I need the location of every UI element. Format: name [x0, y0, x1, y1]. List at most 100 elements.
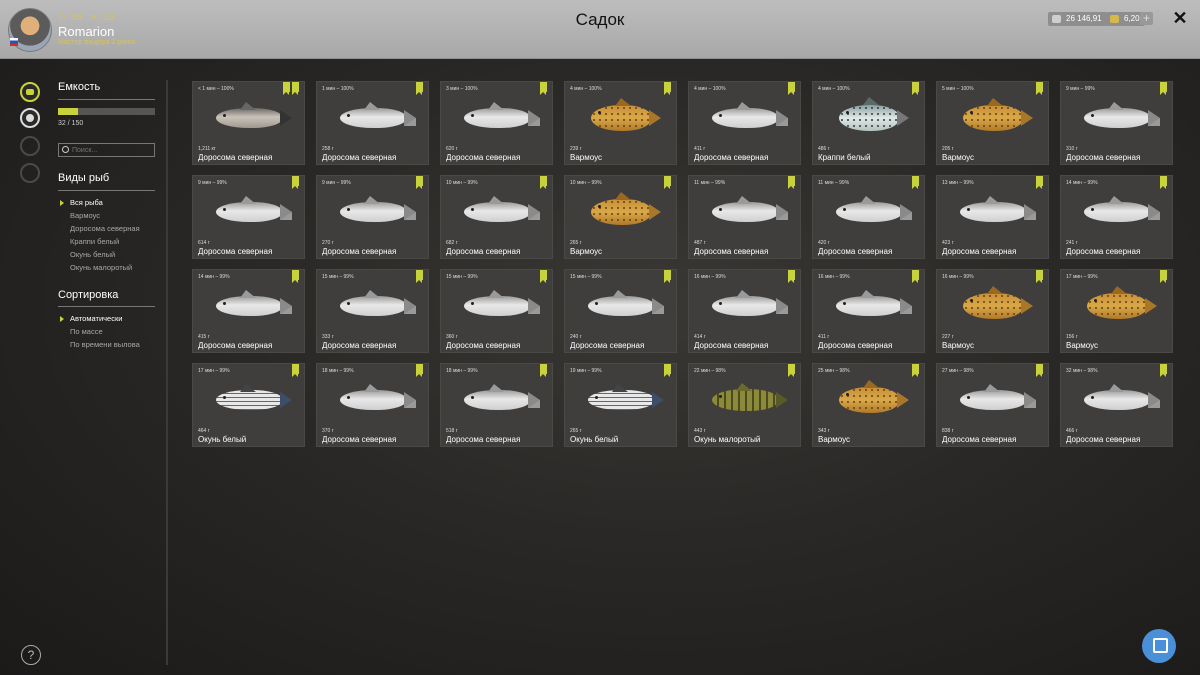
- bookmark-icon[interactable]: [1160, 364, 1167, 377]
- bookmark-icon[interactable]: [416, 176, 423, 189]
- fish-card[interactable]: 11 мин – 99% 487 г Доросома северная: [688, 175, 801, 259]
- fish-card[interactable]: 15 мин – 99% 360 г Доросома северная: [440, 269, 553, 353]
- bookmark-icon[interactable]: [292, 176, 299, 189]
- fish-card[interactable]: 5 мин – 100% 205 г Вармоус: [936, 81, 1049, 165]
- bookmark-icon[interactable]: [1160, 270, 1167, 283]
- bookmark-icon[interactable]: [292, 364, 299, 377]
- fish-weight: 240 г: [570, 334, 582, 340]
- fish-card[interactable]: 14 мин – 99% 415 г Доросома северная: [192, 269, 305, 353]
- fish-card[interactable]: 9 мин – 99% 270 г Доросома северная: [316, 175, 429, 259]
- bookmark-icon[interactable]: [292, 270, 299, 283]
- bookmark-icon[interactable]: [540, 364, 547, 377]
- fish-card[interactable]: 15 мин – 99% 240 г Доросома северная: [564, 269, 677, 353]
- keepnet-tab-icon[interactable]: [20, 82, 40, 102]
- fish-card[interactable]: < 1 мин – 100% 1,211 кг Доросома северная: [192, 81, 305, 165]
- bookmark-icon[interactable]: [664, 364, 671, 377]
- fish-card[interactable]: 4 мин – 100% 486 г Краппи белый: [812, 81, 925, 165]
- divider: [58, 190, 155, 191]
- bookmark-icon[interactable]: [540, 176, 547, 189]
- bookmark-icon[interactable]: [1036, 176, 1043, 189]
- warmouth-icon: [962, 98, 1033, 132]
- fish-name: Доросома северная: [446, 153, 521, 162]
- fish-card[interactable]: 11 мин – 99% 420 г Доросома северная: [812, 175, 925, 259]
- species-filter-item[interactable]: Окунь малоротый: [58, 261, 168, 274]
- disabled-tab-icon[interactable]: [20, 163, 40, 183]
- fish-card[interactable]: 9 мин – 99% 614 г Доросома северная: [192, 175, 305, 259]
- add-gold-button[interactable]: +: [1140, 12, 1153, 25]
- fish-card[interactable]: 4 мин – 100% 239 г Вармоус: [564, 81, 677, 165]
- species-filter-item[interactable]: Вся рыба: [58, 196, 168, 209]
- fish-name: Доросома северная: [322, 435, 397, 444]
- bookmark-icon[interactable]: [912, 364, 919, 377]
- fish-card[interactable]: 4 мин – 100% 411 г Доросома северная: [688, 81, 801, 165]
- bookmark-icon[interactable]: [664, 270, 671, 283]
- fish-card[interactable]: 10 мин – 99% 265 г Вармоус: [564, 175, 677, 259]
- fish-card[interactable]: 22 мин – 98% 443 г Окунь малоротый: [688, 363, 801, 447]
- bookmark-icon[interactable]: [540, 82, 547, 95]
- sort-option-item[interactable]: Автоматически: [58, 312, 168, 325]
- white-bass-icon: [587, 384, 664, 411]
- fish-card[interactable]: 17 мин – 99% 156 г Вармоус: [1060, 269, 1173, 353]
- fish-card[interactable]: 17 мин – 99% 464 г Окунь белый: [192, 363, 305, 447]
- gold-value: 6,20: [1124, 14, 1140, 23]
- fish-card[interactable]: 16 мин – 99% 414 г Доросома северная: [688, 269, 801, 353]
- fish-name: Доросома северная: [694, 247, 769, 256]
- sort-option-item[interactable]: По времени вылова: [58, 338, 168, 351]
- fish-weight: 411 г: [818, 334, 830, 340]
- bookmark-icon[interactable]: [788, 270, 795, 283]
- fish-card[interactable]: 16 мин – 99% 227 г Вармоус: [936, 269, 1049, 353]
- bookmark-icon[interactable]: [1160, 82, 1167, 95]
- fish-card[interactable]: 10 мин – 99% 682 г Доросома северная: [440, 175, 553, 259]
- bookmark-icon[interactable]: [1036, 364, 1043, 377]
- bookmark-icon[interactable]: [664, 82, 671, 95]
- fish-card[interactable]: 19 мин – 99% 265 г Окунь белый: [564, 363, 677, 447]
- bookmark-icon[interactable]: [416, 82, 423, 95]
- bookmark-icon[interactable]: [416, 364, 423, 377]
- species-filter-item[interactable]: Краппи белый: [58, 235, 168, 248]
- fish-card[interactable]: 1 мин – 100% 258 г Доросома северная: [316, 81, 429, 165]
- fish-weight: 443 г: [694, 428, 706, 434]
- warmouth-icon: [1086, 286, 1157, 320]
- fish-tab-icon[interactable]: [20, 108, 40, 128]
- fish-card[interactable]: 16 мин – 99% 411 г Доросома северная: [812, 269, 925, 353]
- bookmark-icon[interactable]: [788, 364, 795, 377]
- bookmark-icon[interactable]: [664, 176, 671, 189]
- bookmark-icon[interactable]: [292, 82, 299, 95]
- fish-card[interactable]: 15 мин – 99% 333 г Доросома северная: [316, 269, 429, 353]
- bookmark-icon[interactable]: [1036, 270, 1043, 283]
- disabled-tab-icon[interactable]: [20, 136, 40, 156]
- gizzard-shad-icon: [835, 290, 912, 317]
- fish-card[interactable]: 27 мин – 98% 838 г Доросома северная: [936, 363, 1049, 447]
- species-filter-item[interactable]: Вармоус: [58, 209, 168, 222]
- bookmark-icon[interactable]: [788, 176, 795, 189]
- fish-weight: 518 г: [446, 428, 458, 434]
- fish-card[interactable]: 3 мин – 100% 620 г Доросома северная: [440, 81, 553, 165]
- fish-card[interactable]: 9 мин – 99% 310 г Доросома северная: [1060, 81, 1173, 165]
- bookmark-icon[interactable]: [416, 270, 423, 283]
- bookmark-icon[interactable]: [912, 270, 919, 283]
- help-button[interactable]: ?: [21, 645, 41, 665]
- fish-card[interactable]: 14 мин – 99% 241 г Доросома северная: [1060, 175, 1173, 259]
- bookmark-icon[interactable]: [540, 270, 547, 283]
- fish-card[interactable]: 18 мин – 99% 518 г Доросома северная: [440, 363, 553, 447]
- species-filter-item[interactable]: Окунь белый: [58, 248, 168, 261]
- fish-card[interactable]: 13 мин – 99% 423 г Доросома северная: [936, 175, 1049, 259]
- catch-time: 4 мин – 100%: [570, 86, 602, 92]
- close-button[interactable]: ✕: [1170, 8, 1190, 28]
- bookmark-icon[interactable]: [1160, 176, 1167, 189]
- cursor-mode-button[interactable]: [1142, 629, 1176, 663]
- bookmark-icon[interactable]: [1036, 82, 1043, 95]
- bookmark-icon[interactable]: [912, 176, 919, 189]
- bookmark-icon[interactable]: [912, 82, 919, 95]
- bookmark-icon[interactable]: [788, 82, 795, 95]
- fish-weight: 265 г: [570, 240, 582, 246]
- sort-option-item[interactable]: По массе: [58, 325, 168, 338]
- fish-card[interactable]: 18 мин – 99% 370 г Доросома северная: [316, 363, 429, 447]
- catch-time: 15 мин – 99%: [322, 274, 354, 280]
- fish-card[interactable]: 32 мин – 98% 466 г Доросома северная: [1060, 363, 1173, 447]
- search-input[interactable]: [58, 143, 155, 157]
- fish-name: Доросома северная: [942, 247, 1017, 256]
- bookmark-icon[interactable]: [283, 82, 290, 95]
- species-filter-item[interactable]: Доросома северная: [58, 222, 168, 235]
- fish-card[interactable]: 25 мин – 98% 343 г Вармоус: [812, 363, 925, 447]
